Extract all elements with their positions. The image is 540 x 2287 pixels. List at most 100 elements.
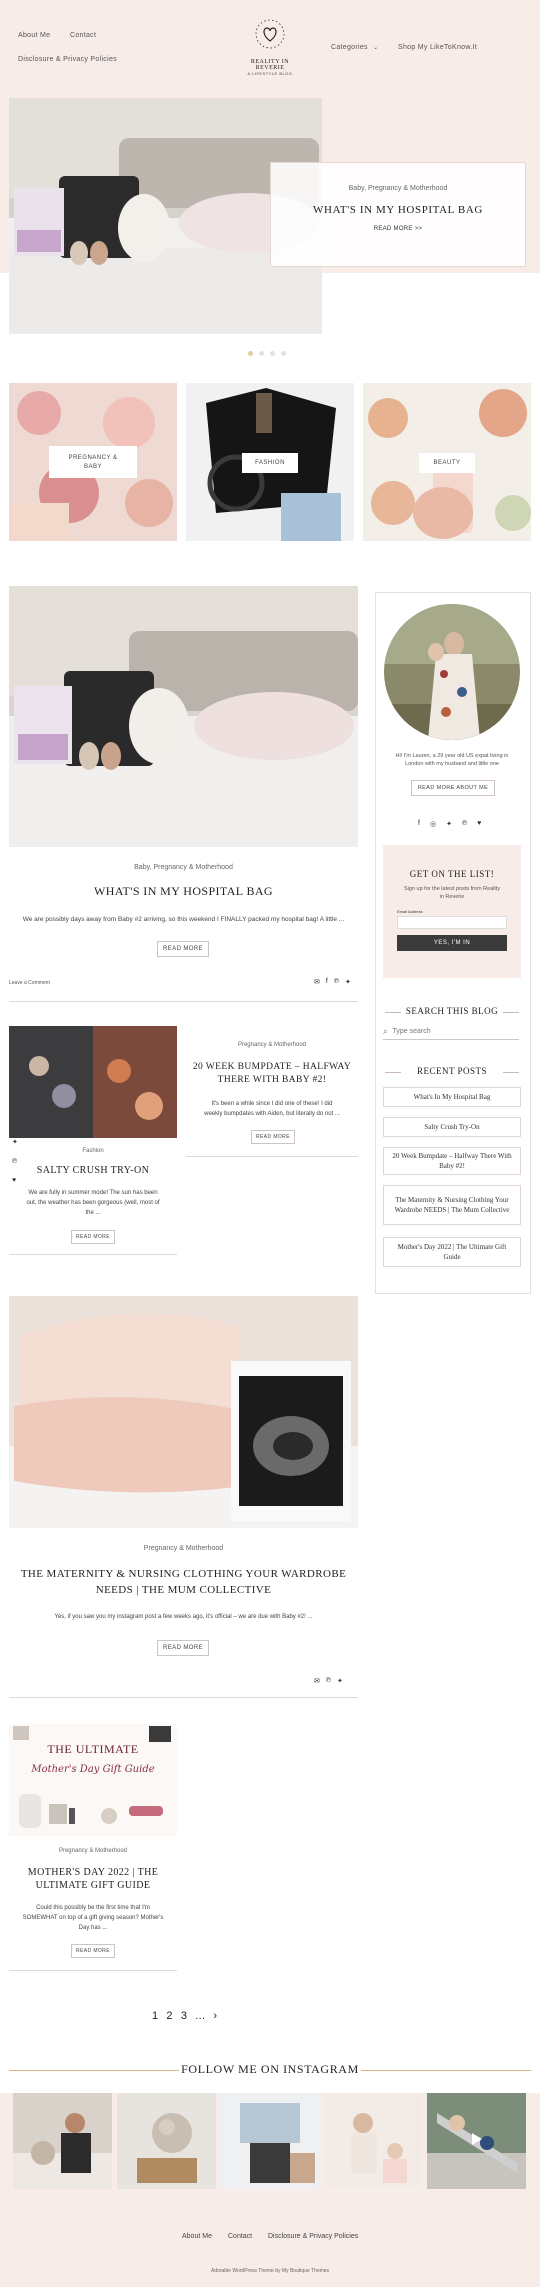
theme-credit[interactable]: Adorable WordPress Theme by My Boutique … (0, 2268, 540, 2274)
mum-collective-read-more-button[interactable]: READ MORE (157, 1640, 209, 1656)
instagram-photo[interactable] (220, 2093, 319, 2189)
heart-icon[interactable]: ♥ (12, 1177, 18, 1184)
recent-post-link[interactable]: Salty Crush Try-On (383, 1117, 521, 1137)
featured-post-excerpt: We are possibly days away from Baby #2 a… (22, 916, 345, 923)
about-me-blurb: Hi! I'm Lauren, a 29 year old US expat l… (383, 752, 521, 768)
read-more-about-me-button[interactable]: READ MORE ABOUT ME (411, 780, 495, 796)
mum-collective-title[interactable]: THE MATERNITY & NURSING CLOTHING YOUR WA… (9, 1566, 358, 1598)
featured-post-title[interactable]: WHAT'S IN MY HOSPITAL BAG (9, 884, 358, 899)
salty-crush-read-more-button[interactable]: READ MORE (71, 1230, 115, 1244)
slider-dots (248, 351, 292, 359)
mothers-day-read-more-button[interactable]: READ MORE (71, 1944, 115, 1958)
divider (9, 1970, 177, 1971)
slider-dot[interactable] (270, 351, 275, 356)
nav-disclosure[interactable]: Disclosure & Privacy Policies (18, 56, 117, 63)
mothers-day-title[interactable]: MOTHER'S DAY 2022 | THE ULTIMATE GIFT GU… (9, 1866, 177, 1892)
slider-dot[interactable] (281, 351, 286, 356)
site-logo[interactable]: REALITY IN REVERIE A LIFESTYLE BLOG (240, 16, 300, 76)
recent-post-link[interactable]: 20 Week Bumpdate – Halfway There With Ba… (383, 1147, 521, 1175)
excerpt-line: We are fully in summer mode! The sun has… (28, 1190, 158, 1196)
subscribe-button[interactable]: YES, I'M IN (397, 935, 507, 951)
instagram-photo[interactable] (427, 2093, 526, 2189)
mothers-day-post-image[interactable]: THE ULTIMATE Mother's Day Gift Guide (9, 1724, 177, 1836)
footer-contact[interactable]: Contact (228, 2233, 252, 2240)
featured-read-more-button[interactable]: READ MORE (157, 941, 209, 957)
email-icon[interactable]: ✉ (314, 1677, 320, 1685)
newsletter-sub-line: Sign up for the latest posts from Realit… (404, 886, 500, 892)
salty-crush-title[interactable]: SALTY CRUSH TRY-ON (9, 1165, 177, 1176)
bumpdate-read-more-button[interactable]: READ MORE (251, 1130, 295, 1144)
page-link[interactable]: 3 (181, 2010, 187, 2022)
instagram-photo[interactable] (323, 2093, 422, 2189)
pinterest-icon[interactable]: ℗ (12, 1158, 18, 1165)
facebook-icon[interactable]: f (418, 820, 420, 828)
excerpt-line: out, the weather has been gorgeous (well… (26, 1200, 160, 1206)
twitter-icon[interactable]: ✦ (12, 1138, 18, 1146)
divider (9, 1001, 358, 1002)
nav-about-me[interactable]: About Me (18, 32, 50, 39)
category-tile-beauty[interactable]: BEAUTY (363, 383, 531, 541)
heart-icon[interactable]: ♥ (477, 820, 481, 828)
share-icons: ✉ ℗ ✦ (314, 1677, 343, 1685)
mothers-day-category[interactable]: Pregnancy & Motherhood (9, 1848, 177, 1854)
title-line: THE MATERNITY & NURSING CLOTHING YOUR WA… (20, 1568, 347, 1580)
recent-post-link[interactable]: The Maternity & Nursing Clothing Your Wa… (383, 1185, 521, 1225)
excerpt-line: Could this possibly be the first time th… (36, 1905, 150, 1911)
slider-dot[interactable] (248, 351, 253, 356)
title-line: 20 WEEK BUMPDATE – HALFWAY (192, 1062, 352, 1072)
newsletter-subtitle: Sign up for the latest posts from Realit… (383, 885, 521, 901)
twitter-icon[interactable]: ✦ (345, 978, 351, 986)
about-me-photo[interactable] (384, 604, 520, 740)
category-tile-pregnancy[interactable]: PREGNANCY & BABY (9, 383, 177, 541)
nav-categories-label: Categories (331, 44, 368, 51)
title-line: NEEDS | THE MUM COLLECTIVE (95, 1584, 272, 1596)
hero-category[interactable]: Baby, Pregnancy & Motherhood (271, 185, 525, 192)
instagram-photo[interactable] (117, 2093, 216, 2189)
recent-post-link[interactable]: What's In My Hospital Bag (383, 1087, 521, 1107)
nav-categories[interactable]: Categories ⌄ (331, 44, 378, 51)
newsletter-sub-line: in Reverie (439, 894, 465, 900)
footer-disclosure[interactable]: Disclosure & Privacy Policies (268, 2233, 358, 2240)
nav-shop-liketoknowit[interactable]: Shop My LikeToKnow.It (398, 44, 477, 51)
nav-contact[interactable]: Contact (70, 32, 96, 39)
slider-dot[interactable] (259, 351, 264, 356)
hero-title[interactable]: WHAT'S IN MY HOSPITAL BAG (271, 204, 525, 216)
tile-label-line: BABY (83, 463, 102, 470)
mum-collective-excerpt: Yes, if you saw you my instagram post a … (54, 1614, 313, 1620)
page-link[interactable]: 2 (166, 2010, 172, 2022)
bumpdate-title[interactable]: 20 WEEK BUMPDATE – HALFWAY THERE WITH BA… (186, 1061, 358, 1087)
email-field[interactable] (397, 916, 507, 929)
pinterest-icon[interactable]: ℗ (334, 978, 339, 986)
featured-post-image[interactable] (9, 586, 358, 847)
tile-label: PREGNANCY & BABY (49, 446, 137, 478)
divider (9, 1697, 358, 1698)
share-icons: ✉ f ℗ ✦ (314, 978, 351, 986)
footer-about-me[interactable]: About Me (182, 2233, 212, 2240)
pinterest-icon[interactable]: ℗ (326, 1677, 331, 1685)
salty-crush-post-image[interactable] (9, 1026, 177, 1138)
instagram-photo[interactable] (13, 2093, 112, 2189)
search-input[interactable]: ⌕ Type search (383, 1024, 519, 1040)
social-icons: f ◎ ✦ ℗ ♥ (418, 820, 481, 828)
recent-posts-heading: RECENT POSTS (383, 1066, 521, 1076)
recent-post-link[interactable]: Mother's Day 2022 | The Ultimate Gift Gu… (383, 1237, 521, 1267)
hero-read-more-link[interactable]: READ MORE >> (271, 226, 525, 232)
page-link[interactable]: 1 (152, 2010, 158, 2022)
leave-comment-link[interactable]: Leave a Comment (9, 980, 50, 986)
featured-post-category[interactable]: Baby, Pregnancy & Motherhood (9, 864, 358, 871)
pinterest-icon[interactable]: ℗ (462, 820, 467, 828)
bumpdate-category[interactable]: Pregnancy & Motherhood (186, 1042, 358, 1048)
mum-collective-post-image[interactable] (9, 1296, 358, 1528)
excerpt-line: the ... (85, 1210, 101, 1216)
next-page-arrow-icon[interactable]: › (213, 2010, 217, 2022)
mum-collective-category[interactable]: Pregnancy & Motherhood (9, 1545, 358, 1552)
pagination: 1 2 3 ... › (152, 2010, 217, 2022)
title-line: THERE WITH BABY #2! (217, 1075, 327, 1085)
category-tile-fashion[interactable]: FASHION (186, 383, 354, 541)
twitter-icon[interactable]: ✦ (337, 1677, 343, 1685)
facebook-icon[interactable]: f (326, 978, 328, 986)
twitter-icon[interactable]: ✦ (446, 820, 452, 828)
salty-crush-category[interactable]: Fashion (9, 1148, 177, 1154)
email-icon[interactable]: ✉ (314, 978, 320, 986)
instagram-icon[interactable]: ◎ (430, 820, 436, 828)
